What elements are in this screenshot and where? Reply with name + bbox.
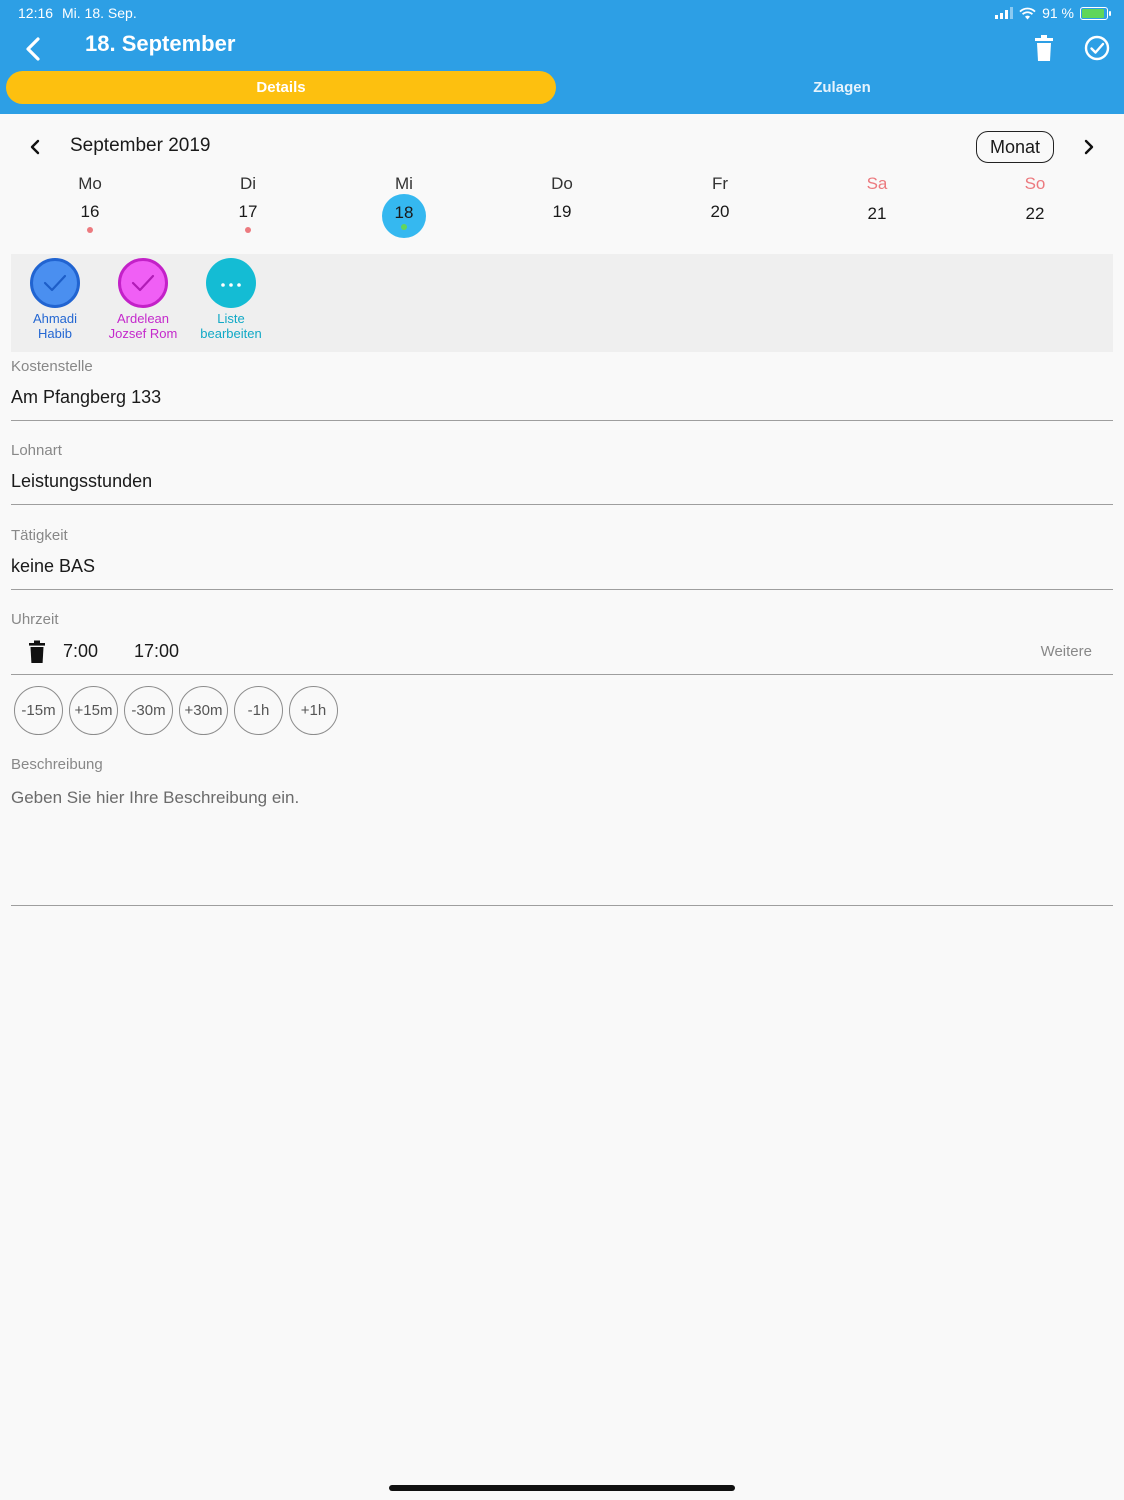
plus-30m-button[interactable]: +30m — [179, 686, 228, 735]
tab-zulagen[interactable]: Zulagen — [562, 71, 1122, 104]
minus-30m-button[interactable]: -30m — [124, 686, 173, 735]
delete-time-button[interactable] — [27, 640, 47, 664]
back-button[interactable] — [18, 32, 48, 66]
plus-15m-button[interactable]: +15m — [69, 686, 118, 735]
day-thursday[interactable]: Do 19 — [522, 172, 602, 224]
day-number: 19 — [552, 202, 572, 221]
minus-15m-button[interactable]: -15m — [14, 686, 63, 735]
employee-name-line1: Ahmadi — [32, 311, 78, 326]
edit-list-button[interactable]: Liste bearbeiten — [187, 258, 275, 341]
field-value: Leistungsstunden — [11, 471, 153, 491]
entry-dot — [87, 227, 93, 233]
day-number: 17 — [238, 202, 258, 221]
end-time[interactable]: 17:00 — [134, 641, 179, 662]
field-label: Kostenstelle — [11, 358, 93, 375]
day-name: Do — [551, 174, 573, 193]
field-label: Lohnart — [11, 442, 62, 459]
day-name: So — [1024, 174, 1046, 193]
check-icon — [131, 274, 155, 292]
trash-icon — [29, 640, 45, 663]
selected-day-marker: 18 — [382, 194, 426, 238]
day-name: Di — [239, 174, 257, 193]
day-tuesday[interactable]: Di 17 — [208, 172, 288, 233]
lohnart-field[interactable]: Lohnart Leistungsstunden — [11, 442, 1113, 505]
confirm-button[interactable] — [1083, 34, 1111, 62]
battery-icon — [1080, 6, 1111, 20]
back-icon — [26, 37, 40, 61]
check-circle-icon — [1084, 35, 1110, 61]
more-dots-icon — [221, 283, 241, 287]
entry-dot — [245, 227, 251, 233]
day-name: Mi — [395, 174, 413, 193]
previous-month-button[interactable] — [22, 134, 48, 160]
start-time[interactable]: 7:00 — [63, 641, 98, 662]
day-friday[interactable]: Fr 20 — [680, 172, 760, 224]
day-name: Sa — [866, 174, 888, 193]
avatar — [30, 258, 80, 308]
kostenstelle-field[interactable]: Kostenstelle Am Pfangberg 133 — [11, 358, 1113, 421]
signal-icon — [995, 7, 1014, 19]
day-monday[interactable]: Mo 16 — [50, 172, 130, 233]
page-title: 18. September — [85, 31, 236, 56]
edit-list-line1: Liste — [217, 311, 245, 326]
month-view-button[interactable]: Monat — [976, 131, 1054, 163]
taetigkeit-field[interactable]: Tätigkeit keine BAS — [11, 527, 1113, 590]
day-number: 21 — [867, 204, 887, 223]
tab-details[interactable]: Details — [6, 71, 556, 104]
time-row: 7:00 17:00 Weitere — [11, 635, 1113, 675]
day-wednesday[interactable]: Mi 18 — [364, 172, 444, 238]
month-label: September 2019 — [70, 135, 211, 156]
app-header: 12:16 Mi. 18. Sep. 91 % 18. September De… — [0, 0, 1124, 114]
edit-list-line2: bearbeiten — [200, 326, 262, 341]
minus-1h-button[interactable]: -1h — [234, 686, 283, 735]
avatar — [118, 258, 168, 308]
beschreibung-label: Beschreibung — [11, 756, 103, 773]
employee-name-line1: Ardelean — [116, 311, 170, 326]
status-time: 12:16 — [18, 5, 54, 21]
day-name: Mo — [78, 174, 102, 193]
day-number: 18 — [394, 203, 414, 222]
delete-button[interactable] — [1030, 34, 1058, 64]
field-value: Am Pfangberg 133 — [11, 387, 162, 407]
trash-icon — [1035, 35, 1053, 61]
employee-list: Ahmadi Habib Ardelean Jozsef Rom Liste b… — [11, 254, 1113, 352]
more-times-button[interactable]: Weitere — [1041, 643, 1092, 660]
wifi-icon — [1019, 7, 1036, 19]
day-sunday[interactable]: So 22 — [995, 172, 1075, 226]
next-month-button[interactable] — [1076, 134, 1102, 160]
chevron-right-icon — [1084, 139, 1094, 155]
battery-percent: 91 % — [1042, 5, 1074, 21]
beschreibung-input[interactable] — [11, 788, 1113, 906]
employee-name-line2: Habib — [38, 326, 72, 341]
employee-name-line2: Jozsef Rom — [108, 326, 178, 341]
field-value: keine BAS — [11, 556, 96, 576]
employee-ardelean-jozsef[interactable]: Ardelean Jozsef Rom — [99, 258, 187, 341]
employee-ahmadi-habib[interactable]: Ahmadi Habib — [11, 258, 99, 341]
field-label: Tätigkeit — [11, 527, 68, 544]
home-indicator — [389, 1485, 735, 1491]
entry-dot — [401, 224, 407, 230]
day-saturday[interactable]: Sa 21 — [837, 172, 917, 226]
day-name: Fr — [711, 174, 729, 193]
chevron-left-icon — [30, 139, 40, 155]
day-number: 16 — [80, 202, 100, 221]
uhrzeit-label: Uhrzeit — [11, 611, 59, 628]
status-indicators: 91 % — [995, 5, 1111, 21]
check-icon — [43, 274, 67, 292]
day-number: 20 — [710, 202, 730, 221]
plus-1h-button[interactable]: +1h — [289, 686, 338, 735]
day-number: 22 — [1025, 204, 1045, 223]
avatar — [206, 258, 256, 308]
status-date: Mi. 18. Sep. — [62, 5, 137, 21]
